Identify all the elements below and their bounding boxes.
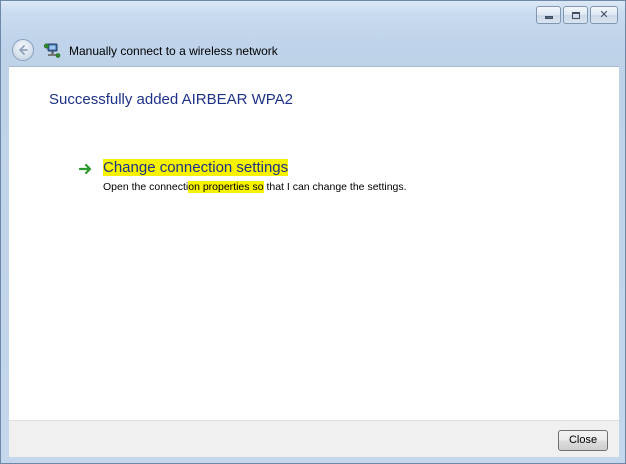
wireless-network-icon	[43, 43, 61, 58]
close-button[interactable]: Close	[558, 430, 608, 451]
description-text-highlighted: on properties so	[188, 181, 264, 193]
wizard-header: Manually connect to a wireless network	[9, 35, 619, 65]
page-heading: Successfully added AIRBEAR WPA2	[49, 91, 293, 108]
window-title: Manually connect to a wireless network	[69, 44, 278, 58]
minimize-icon	[545, 16, 553, 19]
minimize-button[interactable]	[536, 6, 561, 24]
back-button[interactable]	[12, 39, 34, 61]
task-description: Open the connection properties so that I…	[103, 181, 407, 193]
wizard-footer: Close	[9, 420, 619, 457]
wizard-window: ✕ Manually connect to a wireless network…	[0, 0, 626, 464]
window-close-button[interactable]: ✕	[590, 6, 618, 24]
back-arrow-icon	[19, 45, 28, 55]
description-text-start: Open the connecti	[103, 181, 189, 193]
description-text-end: that I can change the settings.	[263, 181, 407, 193]
maximize-icon	[572, 12, 580, 19]
maximize-button[interactable]	[563, 6, 588, 24]
wizard-content: Successfully added AIRBEAR WPA2 Change c…	[9, 66, 619, 420]
green-arrow-icon	[79, 163, 92, 175]
change-connection-settings-link[interactable]: Change connection settings	[103, 159, 289, 176]
close-icon: ✕	[599, 8, 609, 21]
caption-buttons: ✕	[536, 6, 618, 24]
